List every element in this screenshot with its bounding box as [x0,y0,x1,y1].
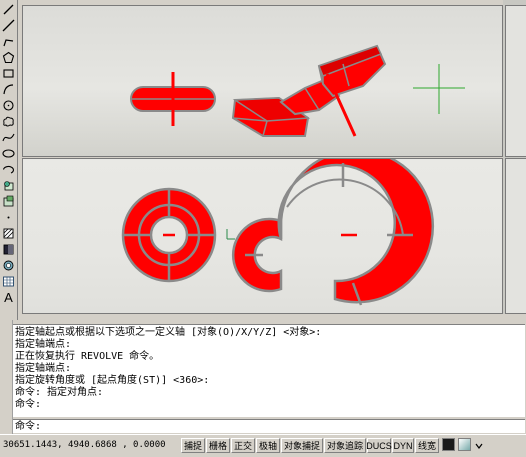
command-window-grip[interactable] [0,320,13,434]
command-history-line: 命令: 指定对角点: [15,387,104,398]
right-panel [503,0,526,314]
viewport-right-bottom[interactable] [505,158,526,314]
construction-line-icon[interactable] [2,19,15,32]
command-history-line: 正在恢复执行 REVOLVE 命令。 [15,351,160,362]
partial-revolve-solid [231,159,435,306]
viewport-right-top[interactable] [505,5,526,157]
crosshair-cursor [413,64,465,114]
command-history-line: 命令: [15,399,42,410]
ellipse-icon[interactable] [2,147,15,160]
coordinate-readout[interactable]: 30651.1443, 4940.6868 , 0.0000 [3,440,166,450]
command-history: 指定轴起点或根据以下选项之一定义轴 [对象(O)/X/Y/Z] <对象>: 指定… [13,324,525,417]
ducs-toggle[interactable]: DUCS [366,438,392,453]
region-icon[interactable] [2,259,15,272]
make-block-icon[interactable] [2,195,15,208]
ortho-toggle[interactable]: 正交 [231,438,255,453]
osnap-toggle[interactable]: 对象捕捉 [281,438,323,453]
status-menu-icon[interactable] [474,438,484,451]
command-history-line: 指定轴起点或根据以下选项之一定义轴 [对象(O)/X/Y/Z] <对象>: [15,327,322,338]
status-bar: 30651.1443, 4940.6868 , 0.0000 捕捉 栅格 正交 … [0,434,526,457]
command-input[interactable]: 命令: [13,419,525,433]
model-icon[interactable] [442,438,455,451]
circle-icon[interactable] [2,99,15,112]
command-history-line: 指定轴端点: [15,339,72,350]
snap-toggle[interactable]: 捕捉 [181,438,205,453]
revision-cloud-icon[interactable] [2,115,15,128]
lineweight-toggle[interactable]: 线宽 [415,438,439,453]
polyline-icon[interactable] [2,35,15,48]
insert-block-icon[interactable] [2,179,15,192]
grid-toggle[interactable]: 栅格 [206,438,230,453]
dyn-toggle[interactable]: DYN [392,438,414,453]
layout-icon[interactable] [458,438,471,451]
ellipse-arc-icon[interactable] [2,163,15,176]
viewport-bottom[interactable] [22,158,503,314]
polygon-icon[interactable] [2,51,15,64]
table-icon[interactable] [2,275,15,288]
command-window: 指定轴起点或根据以下选项之一定义轴 [对象(O)/X/Y/Z] <对象>: 指定… [0,320,526,434]
torus-side-solid [130,72,216,126]
otrack-toggle[interactable]: 对象追踪 [324,438,366,453]
gradient-icon[interactable] [2,243,15,256]
multiline-text-icon[interactable]: A [2,290,15,305]
revolved-section-solid [231,44,387,137]
line-icon[interactable] [2,3,15,16]
rectangle-icon[interactable] [2,67,15,80]
point-icon[interactable] [2,211,15,224]
hatch-icon[interactable] [2,227,15,240]
viewport-top[interactable] [22,5,503,157]
donut-solid [121,187,217,283]
polar-toggle[interactable]: 极轴 [256,438,280,453]
revolve-side-view [130,44,465,137]
spline-icon[interactable] [2,131,15,144]
command-history-line: 指定旋转角度或 [起点角度(ST)] <360>: [15,375,210,386]
draw-toolbar: A [0,0,18,320]
ucs-icon [226,229,235,240]
command-history-line: 指定轴端点: [15,363,72,374]
arc-icon[interactable] [2,83,15,96]
command-prompt: 命令: [15,421,42,432]
revolve-top-view [121,159,435,306]
